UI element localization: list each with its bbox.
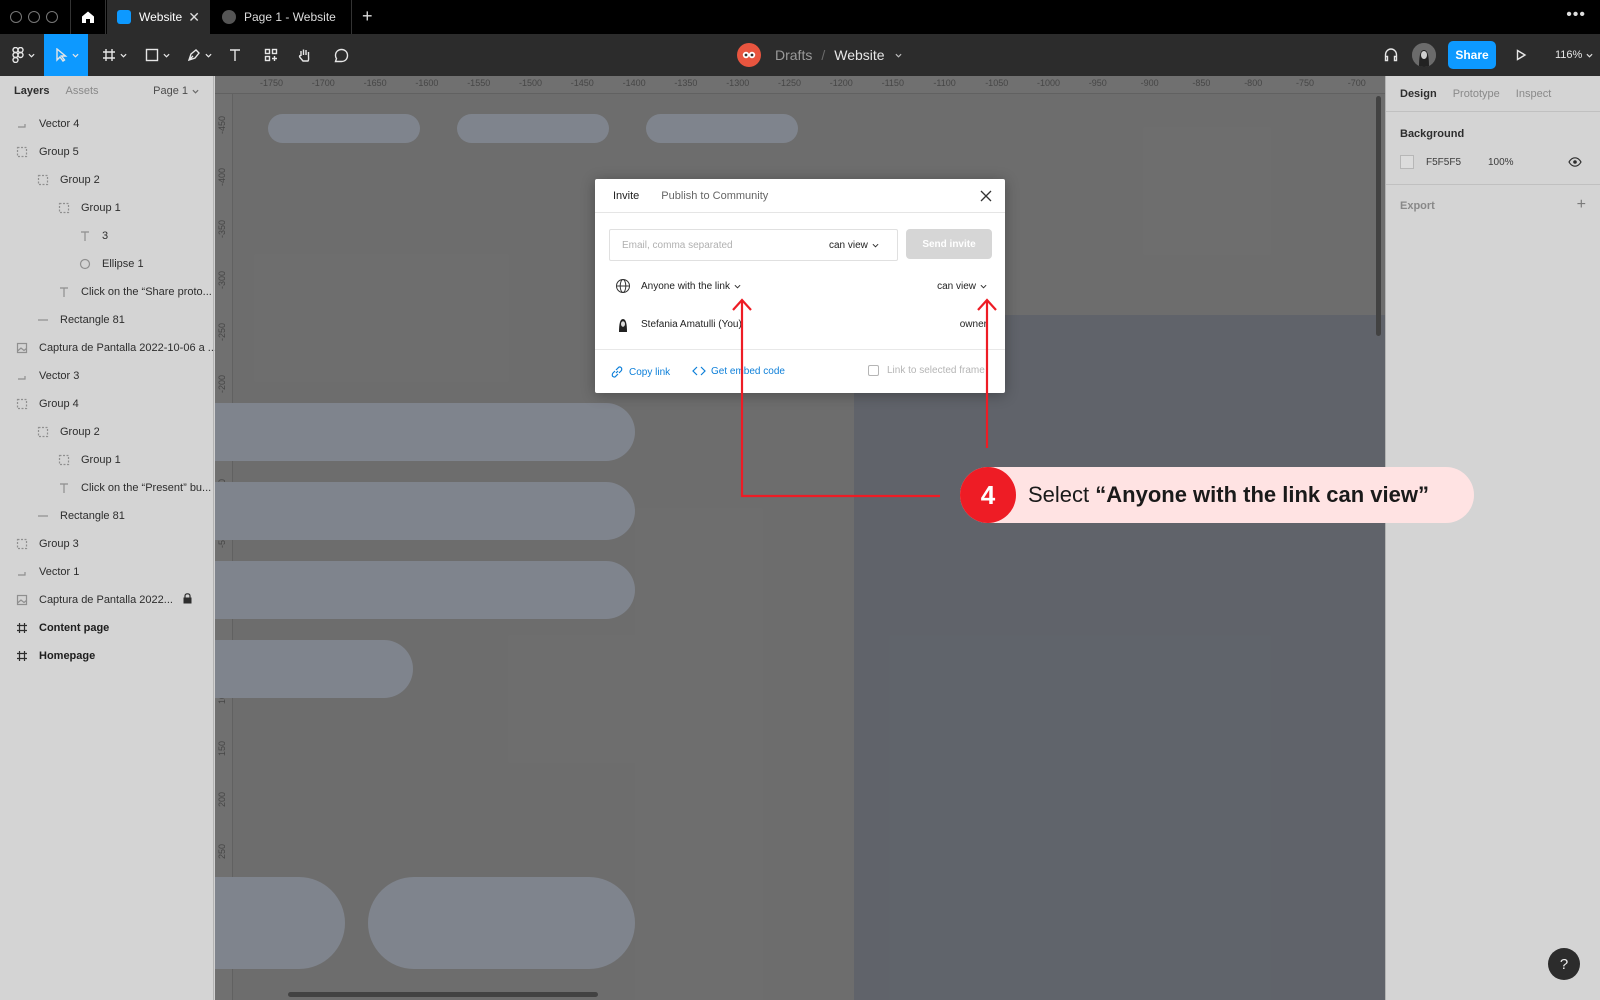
window-close-dot[interactable] (10, 11, 22, 23)
get-embed-code-button[interactable]: Get embed code (692, 365, 785, 377)
copy-link-label: Copy link (629, 366, 671, 378)
comment-tool-button[interactable] (330, 34, 352, 76)
globe-icon (615, 278, 631, 294)
invite-row: can view Send invite (609, 229, 993, 261)
chevron-down-icon (204, 53, 212, 58)
move-tool-button[interactable] (44, 34, 88, 76)
chevron-down-icon (1586, 53, 1593, 58)
link-permission-label: can view (937, 280, 976, 292)
new-tab-button[interactable]: + (362, 6, 373, 27)
callout-text: Select “Anyone with the link can view” (1028, 482, 1429, 508)
present-button[interactable] (1510, 34, 1532, 76)
team-avatar (737, 43, 761, 67)
frame-hash-icon (102, 49, 115, 61)
resources-tool-button[interactable] (260, 34, 282, 76)
link-icon (611, 366, 623, 378)
link-selected-frame-checkbox[interactable]: Link to selected frame (868, 365, 985, 376)
file-breadcrumb: Drafts / Website (737, 34, 902, 76)
chevron-down-icon (71, 53, 79, 58)
comment-bubble-icon (334, 48, 348, 62)
hand-icon (298, 49, 310, 62)
more-options-icon[interactable]: ••• (1566, 6, 1586, 24)
chevron-down-icon (734, 284, 741, 289)
chevron-down-icon (119, 53, 127, 58)
invite-permission-label: can view (829, 239, 868, 251)
chevron-down-icon (162, 53, 170, 58)
hand-tool-button[interactable] (294, 34, 316, 76)
user-photo-icon (1412, 43, 1436, 67)
figma-logo-icon (11, 47, 24, 63)
components-grid-icon (264, 48, 278, 62)
owl-avatar-icon (742, 51, 756, 59)
callout-emphasis: “Anyone with the link can view” (1095, 482, 1429, 507)
text-tool-button[interactable] (224, 34, 246, 76)
frame-tool-button[interactable] (97, 34, 131, 76)
rectangle-icon (145, 48, 158, 62)
share-modal-tabs: Invite Publish to Community (595, 179, 1005, 213)
audio-button[interactable] (1380, 34, 1402, 76)
share-button[interactable]: Share (1448, 41, 1496, 69)
chevron-down-icon (872, 243, 879, 248)
chevron-down-icon (27, 53, 35, 58)
link-access-dropdown[interactable]: Anyone with the link (641, 281, 741, 292)
toolbar: Drafts / Website Share 116% (0, 34, 1600, 76)
close-icon[interactable] (979, 189, 993, 203)
pen-tool-button[interactable] (182, 34, 216, 76)
headphones-icon (1384, 48, 1398, 62)
tab-website[interactable]: Website ✕ (107, 0, 210, 34)
user-avatar[interactable] (1412, 43, 1436, 67)
text-t-icon (230, 49, 240, 61)
help-button[interactable]: ? (1548, 948, 1580, 980)
window-minimize-dot[interactable] (28, 11, 40, 23)
tab-page-1[interactable]: Page 1 - Website (212, 0, 352, 34)
invite-permission-dropdown[interactable]: can view (829, 229, 879, 261)
collaborator-role: owner (959, 318, 987, 330)
prototype-play-icon (222, 10, 236, 24)
chevron-down-icon (980, 284, 987, 289)
breadcrumb-separator: / (821, 47, 826, 63)
share-modal: Invite Publish to Community can view Sen… (595, 179, 1005, 393)
home-tab[interactable] (70, 0, 106, 34)
link-access-label: Anyone with the link (641, 280, 730, 292)
chevron-down-icon[interactable] (895, 52, 902, 59)
copy-link-button[interactable]: Copy link (610, 365, 670, 379)
link-access-row: Anyone with the link can view (615, 276, 987, 296)
breadcrumb-file-name[interactable]: Website (834, 47, 884, 63)
cursor-arrow-icon (55, 48, 67, 62)
zoom-level-value: 116% (1555, 49, 1583, 61)
main-menu-button[interactable] (8, 34, 38, 76)
checkbox-box[interactable] (868, 365, 879, 376)
title-bar: Website ✕ Page 1 - Website + ••• (0, 0, 1600, 34)
breadcrumb-drafts[interactable]: Drafts (775, 47, 812, 63)
collaborator-row: Stefania Amatulli (You) owner (615, 314, 987, 334)
collaborator-name: Stefania Amatulli (You) (641, 318, 742, 330)
close-tab-icon[interactable]: ✕ (188, 9, 200, 26)
tab-publish-community[interactable]: Publish to Community (661, 190, 768, 202)
pen-icon (187, 49, 200, 62)
shape-tool-button[interactable] (140, 34, 174, 76)
figma-file-icon (117, 10, 131, 24)
tutorial-callout: 4 Select “Anyone with the link can view” (960, 467, 1474, 523)
get-embed-code-label: Get embed code (711, 365, 785, 377)
zoom-dropdown[interactable]: 116% (1555, 34, 1593, 76)
user-avatar-small (615, 316, 631, 332)
share-modal-footer: Copy link Get embed code Link to selecte… (610, 365, 995, 379)
play-icon (1516, 49, 1527, 61)
modal-divider (595, 349, 1005, 350)
tab-page-1-label: Page 1 - Website (244, 10, 336, 24)
tab-invite[interactable]: Invite (613, 190, 639, 202)
window-maximize-dot[interactable] (46, 11, 58, 23)
home-icon (82, 11, 94, 23)
link-permission-dropdown[interactable]: can view (937, 281, 987, 292)
tab-website-label: Website (139, 10, 183, 24)
code-brackets-icon (692, 366, 706, 376)
link-selected-frame-label: Link to selected frame (887, 365, 985, 376)
send-invite-button[interactable]: Send invite (906, 229, 992, 259)
callout-prefix: Select (1028, 482, 1096, 507)
step-number-badge: 4 (960, 467, 1016, 523)
